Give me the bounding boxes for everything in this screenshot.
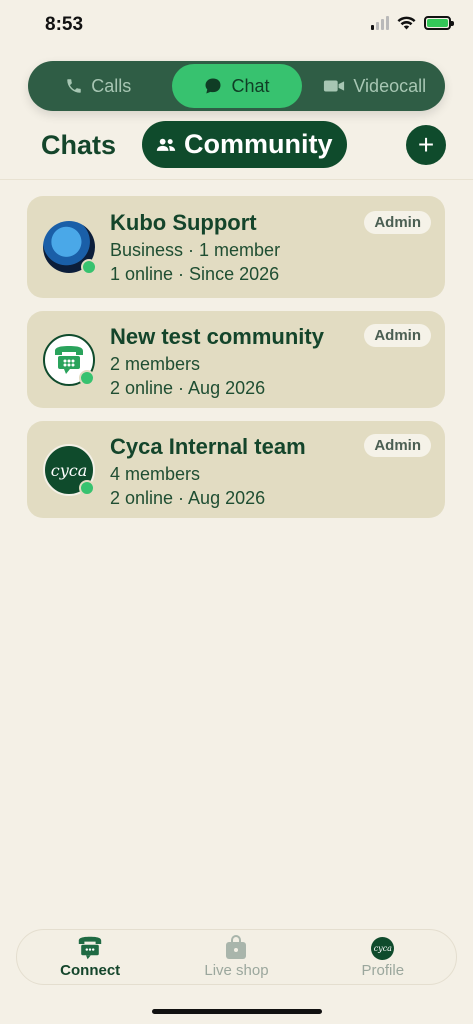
- people-icon: [156, 138, 176, 151]
- wifi-icon: [397, 16, 416, 30]
- community-info: 2 members: [110, 354, 201, 374]
- phone-chat-icon: [78, 936, 102, 960]
- online-badge: [79, 480, 95, 496]
- calls-tab-label: Calls: [91, 75, 132, 96]
- nav-connect-label: Connect: [60, 962, 121, 979]
- calls-tab[interactable]: Calls: [31, 64, 166, 108]
- chat-tab[interactable]: Chat: [171, 64, 302, 108]
- battery-icon: [424, 16, 454, 30]
- community-info: Business · 1 member: [110, 240, 281, 260]
- role-badge: Admin: [364, 211, 431, 234]
- plus-icon: +: [417, 129, 435, 160]
- community-status: 1 online · Since 2026: [110, 264, 280, 284]
- globe-avatar: [43, 221, 97, 275]
- bottom-nav: Connect Live shop cyca Profile: [16, 929, 457, 985]
- cyca-avatar-icon: cyca: [371, 937, 395, 960]
- profile-avatar-text: cyca: [373, 944, 392, 953]
- community-status: 2 online · Aug 2026: [110, 378, 266, 398]
- status-time: 8:53: [45, 14, 84, 35]
- community-status: 2 online · Aug 2026: [110, 488, 266, 508]
- online-badge: [79, 370, 95, 386]
- community-name: Cyca Internal team: [110, 434, 306, 459]
- community-card-new-test-community[interactable]: New test community 2 members 2 online · …: [27, 311, 445, 408]
- community-card-cyca-internal-team[interactable]: cyca Cyca Internal team 4 members 2 onli…: [27, 421, 445, 518]
- nav-live-shop[interactable]: Live shop: [163, 930, 309, 984]
- chat-bubble-icon: [205, 78, 221, 94]
- home-indicator: [152, 1009, 322, 1014]
- role-badge: Admin: [364, 324, 431, 347]
- community-card-kubo-support[interactable]: Kubo Support Business · 1 member 1 onlin…: [27, 196, 445, 298]
- community-tab[interactable]: Community: [142, 121, 347, 168]
- list-tabs: Chats Community +: [0, 120, 473, 172]
- online-badge: [81, 259, 97, 275]
- phone-logo-avatar: [43, 334, 95, 386]
- header-divider: [0, 179, 473, 180]
- videocall-tab-label: Videocall: [353, 75, 427, 96]
- cyca-logo-text: cyca: [50, 460, 88, 480]
- chats-tab[interactable]: Chats: [41, 130, 116, 161]
- mode-switch: Calls Chat Videocall: [28, 61, 445, 111]
- community-name: Kubo Support: [110, 210, 257, 235]
- phone-logo-icon: [55, 346, 83, 374]
- community-name: New test community: [110, 324, 324, 349]
- status-icons: [371, 16, 454, 30]
- role-badge: Admin: [364, 434, 431, 457]
- shopping-bag-icon: [226, 935, 247, 959]
- nav-profile[interactable]: cyca Profile: [310, 930, 456, 984]
- phone-icon: [67, 79, 81, 93]
- nav-profile-label: Profile: [361, 962, 405, 979]
- cellular-signal-icon: [371, 16, 389, 30]
- nav-live-shop-label: Live shop: [204, 962, 269, 979]
- video-camera-icon: [324, 80, 345, 92]
- cyca-logo-avatar: cyca: [43, 444, 95, 496]
- add-community-button[interactable]: +: [406, 125, 446, 165]
- chat-tab-label: Chat: [231, 75, 270, 96]
- community-info: 4 members: [110, 464, 201, 484]
- videocall-tab[interactable]: Videocall: [308, 64, 443, 108]
- community-tab-label: Community: [184, 129, 333, 159]
- status-bar: 8:53: [0, 0, 473, 52]
- nav-connect[interactable]: Connect: [17, 930, 163, 984]
